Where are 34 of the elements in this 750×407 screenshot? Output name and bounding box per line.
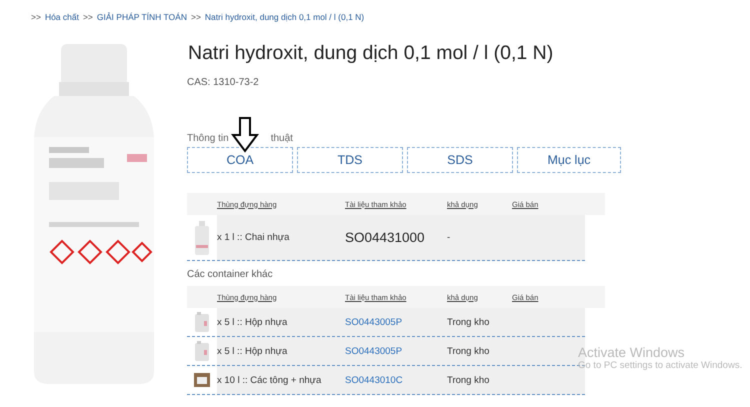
breadcrumb-link[interactable]: Hóa chất: [44, 12, 79, 24]
reference-link[interactable]: SO0443010C: [345, 374, 403, 386]
reference-link[interactable]: SO0443005P: [345, 316, 402, 328]
container-label: x 5 l :: Hộp nhựa: [217, 346, 288, 356]
activation-text: Go to PC settings to activate Windows.: [578, 360, 742, 371]
section-heading: Thông tin: [187, 133, 229, 144]
availability: Trong kho: [447, 374, 490, 386]
section-heading: Các container khác: [187, 269, 274, 280]
reference-link[interactable]: SO0443005P: [345, 346, 402, 356]
breadcrumb-separator: >>: [82, 12, 93, 24]
container-label: x 5 l :: Hộp nhựa: [217, 316, 288, 328]
section-heading: thuật: [270, 133, 293, 144]
bottle-icon: [195, 220, 209, 254]
down-arrow-icon: [231, 117, 259, 153]
reference-number: SO04431000: [345, 230, 425, 245]
breadcrumb-separator: >>: [190, 12, 201, 24]
document-button[interactable]: COA: [187, 147, 293, 173]
container-label: x 10 l :: Các tông + nhựa: [217, 374, 322, 386]
breadcrumb-link[interactable]: GIẢI PHÁP TÍNH TOÁN: [96, 12, 187, 24]
container-label: x 1 l :: Chai nhựa: [217, 232, 290, 243]
availability: Trong kho: [447, 316, 490, 328]
availability: Trong kho: [447, 346, 490, 356]
document-button[interactable]: SDS: [407, 147, 513, 173]
canister-icon: [195, 341, 209, 361]
cas-number: CAS: 1310-73-2: [187, 77, 260, 88]
document-button[interactable]: TDS: [297, 147, 403, 173]
document-button[interactable]: Mục lục: [517, 147, 621, 173]
box-icon: [194, 373, 210, 387]
breadcrumb-link[interactable]: Natri hydroxit, dung dịch 0,1 mol / l (0,1 N): [204, 12, 364, 24]
product-title: Natri hydroxit, dung dịch 0,1 mol / l (0,1 N): [188, 42, 554, 65]
availability: -: [447, 232, 450, 243]
breadcrumb-separator: >>: [31, 12, 41, 24]
canister-icon: [195, 312, 209, 332]
activation-title: Activate Windows: [578, 345, 686, 360]
